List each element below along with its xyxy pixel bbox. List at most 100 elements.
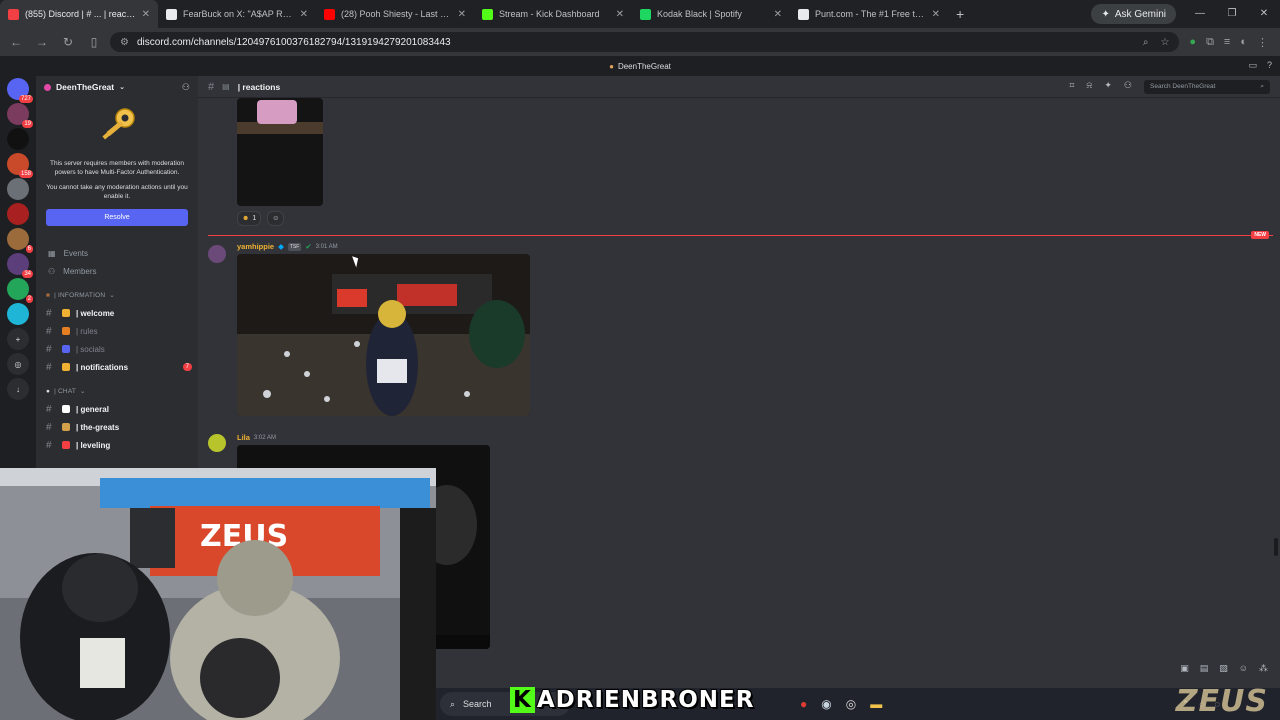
browser-tab[interactable]: (28) Pooh Shiesty - Last Sc... ✕	[316, 0, 474, 28]
category-label: | CHAT	[54, 387, 77, 395]
add-reaction-button[interactable]: ☺	[267, 211, 285, 226]
taskbar-search-label: Search	[463, 699, 492, 709]
obs-icon[interactable]: ◎	[846, 697, 856, 711]
threads-icon[interactable]: ⌗	[1069, 80, 1074, 94]
invite-people-icon[interactable]: ⚇	[182, 82, 190, 93]
tab-close-icon[interactable]: ✕	[616, 9, 624, 20]
minimize-button[interactable]: —	[1184, 0, 1216, 28]
channel-emoji-icon	[62, 441, 70, 449]
menu-kebab-icon[interactable]: ⋮	[1257, 36, 1268, 49]
search-input[interactable]: Search DeenTheGreat ⌕	[1144, 79, 1270, 94]
new-messages-divider: NEW	[208, 231, 1273, 239]
server-icon[interactable]: 34	[7, 253, 33, 278]
streamer-name-overlay: K ADRIENBRONER	[510, 686, 754, 714]
ask-gemini-button[interactable]: ✦ Ask Gemini	[1091, 4, 1176, 24]
close-window-button[interactable]: ✕	[1248, 0, 1280, 28]
apps-icon[interactable]: ⁂	[1259, 663, 1268, 674]
members-link[interactable]: ⚇ Members	[36, 262, 198, 280]
username[interactable]: Lila	[237, 433, 250, 442]
browser-tab[interactable]: FearBuck on X: "A$AP Rocky gi... ✕	[158, 0, 316, 28]
file-explorer-icon[interactable]: ▬	[870, 697, 882, 711]
channel-item[interactable]: # | the-greats	[36, 418, 198, 436]
discover-icon[interactable]: ◎	[7, 353, 29, 375]
profile-avatar[interactable]: ◐	[1240, 36, 1247, 49]
puzzle-icon[interactable]: ⧉	[1206, 36, 1214, 49]
calendar-icon: ▦	[48, 248, 56, 258]
steam-icon[interactable]: ◉	[821, 697, 831, 711]
tab-favicon-icon	[324, 8, 335, 20]
bookmark-star-icon[interactable]: ☆	[1160, 37, 1169, 48]
avatar[interactable]	[208, 434, 226, 452]
notification-bell-icon[interactable]: ⍾	[1086, 80, 1092, 94]
reload-button[interactable]: ↻	[58, 35, 78, 49]
gif-icon[interactable]: ▤	[1200, 663, 1209, 674]
server-icon[interactable]	[7, 203, 29, 225]
channel-item[interactable]: # | rules	[36, 322, 198, 340]
channel-item[interactable]: # | notifications 7	[36, 358, 198, 376]
channel-name: | welcome	[76, 308, 115, 318]
inbox-icon[interactable]: ▭	[1248, 60, 1257, 71]
address-bar: ← → ↻ ▯ ⚙ discord.com/channels/120497610…	[0, 28, 1280, 56]
media-icon[interactable]: ≡	[1224, 36, 1230, 49]
tab-close-icon[interactable]: ✕	[774, 9, 782, 20]
channel-name: | notifications	[76, 362, 129, 372]
server-icon[interactable]	[7, 303, 29, 325]
hash-icon: #	[46, 421, 52, 433]
category-information[interactable]: ■ | INFORMATION ⌄	[36, 286, 198, 304]
emoji-picker-icon[interactable]: ☺	[1239, 663, 1248, 674]
username[interactable]: yamhippie	[237, 242, 274, 251]
category-chat[interactable]: ● | CHAT ⌄	[36, 382, 198, 400]
extension-icon[interactable]: ●	[1189, 36, 1196, 49]
app-icon[interactable]: ●	[800, 697, 807, 711]
channel-item[interactable]: # | socials	[36, 340, 198, 358]
new-tab-button[interactable]: +	[948, 6, 972, 22]
reaction-chip[interactable]: ☻ 1	[237, 211, 262, 226]
download-icon[interactable]: ↓	[7, 378, 29, 400]
server-header[interactable]: DeenTheGreat ⌄ ⚇	[36, 76, 198, 98]
server-icon[interactable]	[7, 178, 29, 200]
mention-badge: 19	[22, 120, 33, 128]
webcam-feed: ZEUS	[0, 468, 436, 720]
mention-badge: 2	[25, 295, 33, 303]
back-button[interactable]: ←	[6, 35, 26, 49]
scrollbar-thumb[interactable]	[1274, 538, 1278, 556]
zoom-icon[interactable]: ⌕	[1143, 37, 1149, 48]
tab-close-icon[interactable]: ✕	[300, 9, 308, 20]
category-label: | INFORMATION	[54, 291, 106, 299]
server-icon[interactable]: 6	[7, 228, 33, 253]
sticker-icon[interactable]: ▧	[1219, 663, 1228, 674]
role-icon: ◆	[278, 242, 284, 251]
gift-icon[interactable]: ▣	[1180, 663, 1189, 674]
forward-button[interactable]: →	[32, 35, 52, 49]
server-icon[interactable]: 2	[7, 278, 33, 303]
browser-tab[interactable]: Kodak Black | Spotify ✕	[632, 0, 790, 28]
server-icon[interactable]	[7, 128, 29, 150]
browser-tab[interactable]: Punt.com - The #1 Free to Play... ✕	[790, 0, 948, 28]
resolve-button[interactable]: Resolve	[46, 209, 188, 226]
url-field[interactable]: ⚙ discord.com/channels/12049761003761827…	[110, 32, 1180, 52]
browser-tab[interactable]: (855) Discord | # ... | reactions ✕	[0, 0, 158, 28]
add-server-icon[interactable]: +	[7, 328, 29, 350]
image-attachment[interactable]	[237, 98, 323, 206]
site-info-icon[interactable]: ⚙	[120, 37, 129, 48]
tab-close-icon[interactable]: ✕	[142, 9, 150, 20]
maximize-button[interactable]: ❐	[1216, 0, 1248, 28]
image-attachment[interactable]	[237, 254, 530, 416]
tab-close-icon[interactable]: ✕	[458, 9, 466, 20]
tab-close-icon[interactable]: ✕	[932, 9, 940, 20]
server-icon[interactable]: 727	[7, 78, 33, 103]
pin-icon[interactable]: ✦	[1104, 80, 1112, 94]
avatar[interactable]	[208, 245, 226, 263]
channel-item[interactable]: # | welcome	[36, 304, 198, 322]
server-tag[interactable]: TSF	[287, 242, 302, 251]
sidepanel-icon[interactable]: ▯	[84, 35, 104, 49]
help-icon[interactable]: ?	[1267, 60, 1272, 71]
channel-item[interactable]: # | leveling	[36, 436, 198, 454]
server-icon[interactable]: 158	[7, 153, 33, 178]
hash-icon: #	[46, 325, 52, 337]
channel-item[interactable]: # | general	[36, 400, 198, 418]
member-list-icon[interactable]: ⚇	[1124, 80, 1132, 94]
server-icon[interactable]: 19	[7, 103, 33, 128]
events-link[interactable]: ▦ Events	[36, 244, 198, 262]
browser-tab[interactable]: Stream - Kick Dashboard ✕	[474, 0, 632, 28]
